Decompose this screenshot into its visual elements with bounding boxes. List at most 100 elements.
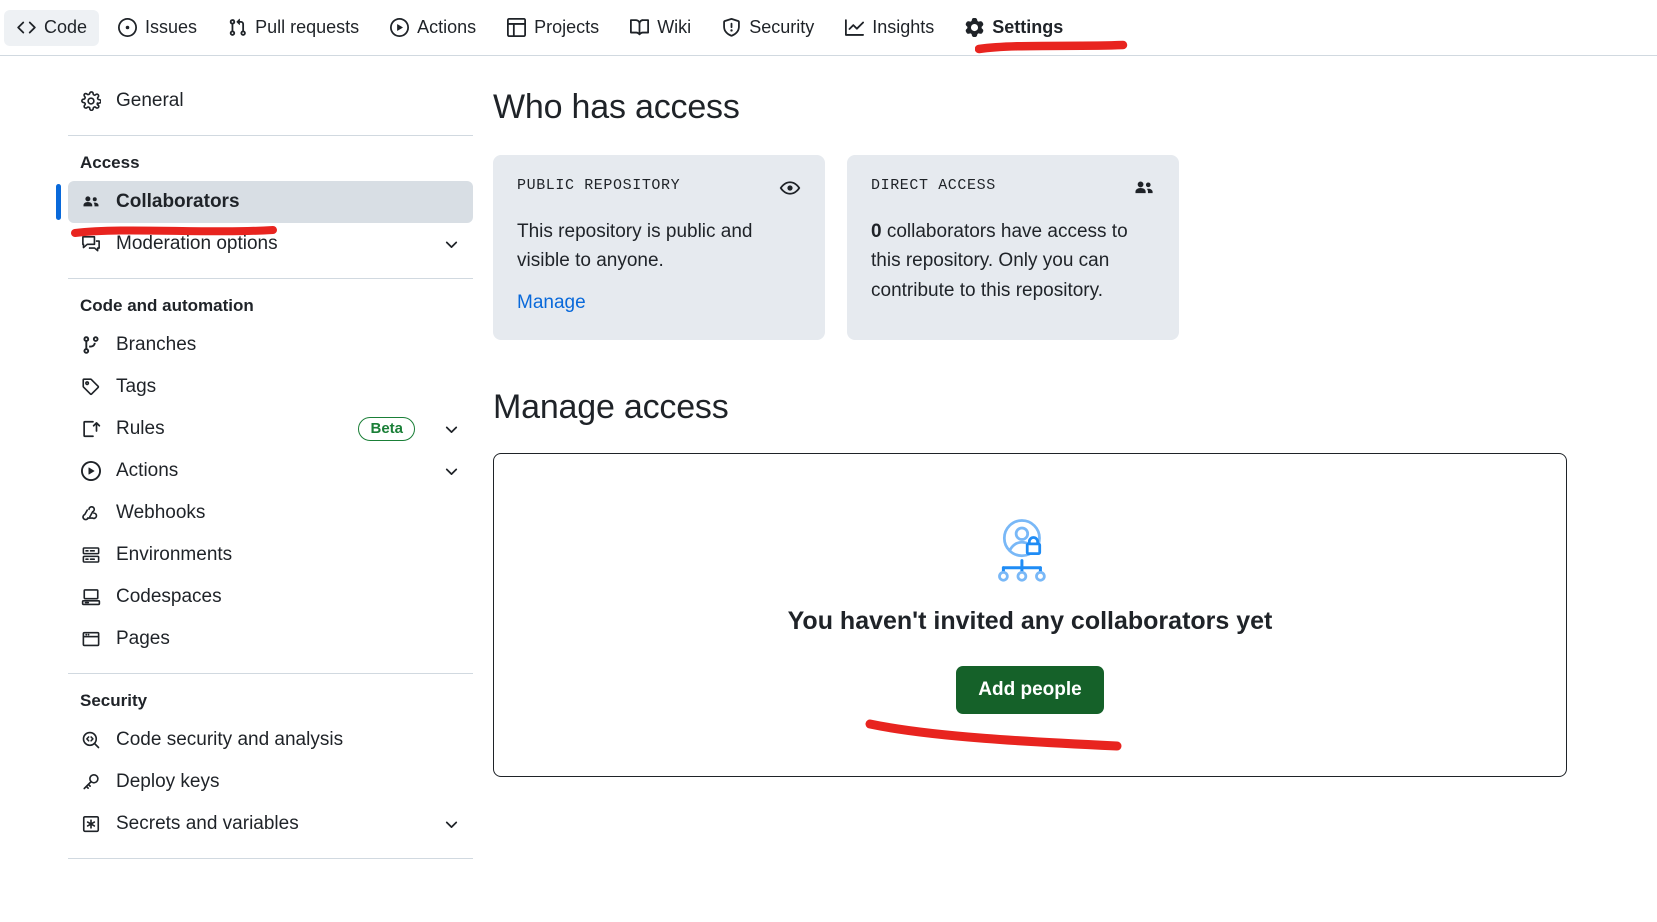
nav-tab-label: Insights bbox=[872, 17, 935, 37]
shield-icon bbox=[721, 18, 741, 38]
repo-nav: Code Issues Pull requests Actions Projec bbox=[0, 0, 1657, 56]
person-lock-org-chart-illustration bbox=[993, 515, 1067, 589]
sidebar-item-label: Moderation options bbox=[116, 233, 278, 254]
sidebar-item-rules[interactable]: Rules Beta bbox=[68, 408, 473, 450]
people-icon bbox=[80, 192, 102, 212]
rules-icon bbox=[80, 419, 102, 439]
chevron-down-icon[interactable] bbox=[441, 461, 461, 481]
issue-opened-icon bbox=[117, 18, 137, 38]
codescan-icon bbox=[80, 730, 102, 750]
sidebar-item-branches[interactable]: Branches bbox=[68, 324, 473, 366]
sidebar-item-label: Deploy keys bbox=[116, 771, 220, 792]
card-body: This repository is public and visible to… bbox=[517, 221, 753, 272]
sidebar-item-secrets-and-variables[interactable]: Secrets and variables bbox=[68, 803, 473, 845]
nav-tab-label: Code bbox=[44, 17, 88, 37]
key-icon bbox=[80, 772, 102, 792]
nav-tab-issues[interactable]: Issues bbox=[105, 10, 209, 46]
manage-visibility-link[interactable]: Manage bbox=[517, 292, 586, 314]
tag-icon bbox=[80, 377, 102, 397]
sidebar-group-title-security: Security bbox=[80, 691, 148, 710]
gear-icon bbox=[964, 18, 984, 38]
sidebar-item-label: Codespaces bbox=[116, 586, 222, 607]
direct-access-card: DIRECT ACCESS 0 collaborators have acces… bbox=[847, 155, 1179, 340]
sidebar-item-tags[interactable]: Tags bbox=[68, 366, 473, 408]
asterisk-icon bbox=[80, 814, 102, 834]
nav-tab-label: Projects bbox=[534, 17, 600, 37]
play-icon bbox=[389, 18, 409, 38]
sidebar-item-label: Collaborators bbox=[116, 191, 240, 212]
card-body: 0 collaborators have access to this repo… bbox=[871, 217, 1155, 305]
nav-tab-label: Actions bbox=[417, 17, 477, 37]
nav-tab-settings[interactable]: Settings bbox=[952, 10, 1075, 46]
nav-tab-security[interactable]: Security bbox=[709, 10, 826, 46]
sidebar-item-collaborators[interactable]: Collaborators bbox=[56, 181, 473, 223]
sidebar-divider bbox=[68, 673, 473, 674]
card-kicker: PUBLIC REPOSITORY bbox=[517, 177, 681, 194]
nav-tab-actions[interactable]: Actions bbox=[377, 10, 488, 46]
main-content: Who has access PUBLIC REPOSITORY This re… bbox=[493, 88, 1583, 777]
codespaces-icon bbox=[80, 587, 102, 607]
sidebar-group-title-access: Access bbox=[80, 153, 140, 172]
sidebar-item-pages[interactable]: Pages bbox=[68, 618, 473, 660]
sidebar-item-label: Environments bbox=[116, 544, 233, 565]
sidebar-item-label: Code security and analysis bbox=[116, 729, 344, 750]
sidebar-item-webhooks[interactable]: Webhooks bbox=[68, 492, 473, 534]
nav-tab-label: Wiki bbox=[657, 17, 692, 37]
card-header: PUBLIC REPOSITORY bbox=[517, 177, 801, 199]
settings-sidebar: General Access Collaborators Moderation … bbox=[56, 80, 473, 872]
browser-icon bbox=[80, 629, 102, 649]
beta-badge: Beta bbox=[358, 416, 415, 442]
webhook-icon bbox=[80, 503, 102, 523]
page-title-who-has-access: Who has access bbox=[493, 88, 740, 126]
sidebar-item-code-security-and-analysis[interactable]: Code security and analysis bbox=[68, 719, 473, 761]
sidebar-item-codespaces[interactable]: Codespaces bbox=[68, 576, 473, 618]
sidebar-item-label: Branches bbox=[116, 334, 197, 355]
page-root: Code Issues Pull requests Actions Projec bbox=[0, 0, 1657, 922]
book-icon bbox=[629, 18, 649, 38]
chevron-down-icon[interactable] bbox=[441, 234, 461, 254]
play-icon bbox=[80, 461, 102, 481]
nav-tab-projects[interactable]: Projects bbox=[494, 10, 611, 46]
table-icon bbox=[506, 18, 526, 38]
card-header: DIRECT ACCESS bbox=[871, 177, 1155, 199]
sidebar-item-label: Pages bbox=[116, 628, 170, 649]
comment-discussion-icon bbox=[80, 234, 102, 254]
chevron-down-icon[interactable] bbox=[441, 814, 461, 834]
sidebar-item-label: Rules bbox=[116, 418, 165, 439]
eye-icon bbox=[779, 177, 801, 199]
nav-tab-wiki[interactable]: Wiki bbox=[617, 10, 703, 46]
sidebar-item-moderation-options[interactable]: Moderation options bbox=[68, 223, 473, 265]
nav-tab-pull-requests[interactable]: Pull requests bbox=[215, 10, 371, 46]
nav-tab-label: Security bbox=[749, 17, 815, 37]
card-kicker: DIRECT ACCESS bbox=[871, 177, 996, 194]
sidebar-item-label: Webhooks bbox=[116, 502, 206, 523]
public-repository-card: PUBLIC REPOSITORY This repository is pub… bbox=[493, 155, 825, 340]
sidebar-divider bbox=[68, 858, 473, 859]
sidebar-item-label: Tags bbox=[116, 376, 157, 397]
nav-tab-insights[interactable]: Insights bbox=[832, 10, 946, 46]
server-icon bbox=[80, 545, 102, 565]
sidebar-item-actions[interactable]: Actions bbox=[68, 450, 473, 492]
sidebar-item-label: General bbox=[116, 90, 184, 111]
nav-tab-label: Issues bbox=[145, 17, 198, 37]
sidebar-item-deploy-keys[interactable]: Deploy keys bbox=[68, 761, 473, 803]
people-icon bbox=[1133, 177, 1155, 199]
git-pull-request-icon bbox=[227, 18, 247, 38]
card-body-text: collaborators have access to this reposi… bbox=[871, 221, 1128, 301]
add-people-button[interactable]: Add people bbox=[956, 666, 1104, 715]
graph-icon bbox=[844, 18, 864, 38]
sidebar-item-label: Secrets and variables bbox=[116, 813, 299, 834]
collaborator-count: 0 bbox=[871, 221, 882, 242]
section-title-manage-access: Manage access bbox=[493, 387, 729, 426]
code-icon bbox=[16, 18, 36, 38]
nav-tab-code[interactable]: Code bbox=[4, 9, 100, 46]
nav-tab-label: Pull requests bbox=[255, 17, 360, 37]
access-summary-cards: PUBLIC REPOSITORY This repository is pub… bbox=[493, 155, 1583, 340]
nav-tab-label: Settings bbox=[992, 17, 1064, 37]
sidebar-divider bbox=[68, 135, 473, 136]
sidebar-item-general[interactable]: General bbox=[68, 80, 473, 122]
empty-state-title: You haven't invited any collaborators ye… bbox=[787, 607, 1273, 636]
chevron-down-icon[interactable] bbox=[441, 419, 461, 439]
sidebar-item-environments[interactable]: Environments bbox=[68, 534, 473, 576]
sidebar-item-label: Actions bbox=[116, 460, 179, 481]
